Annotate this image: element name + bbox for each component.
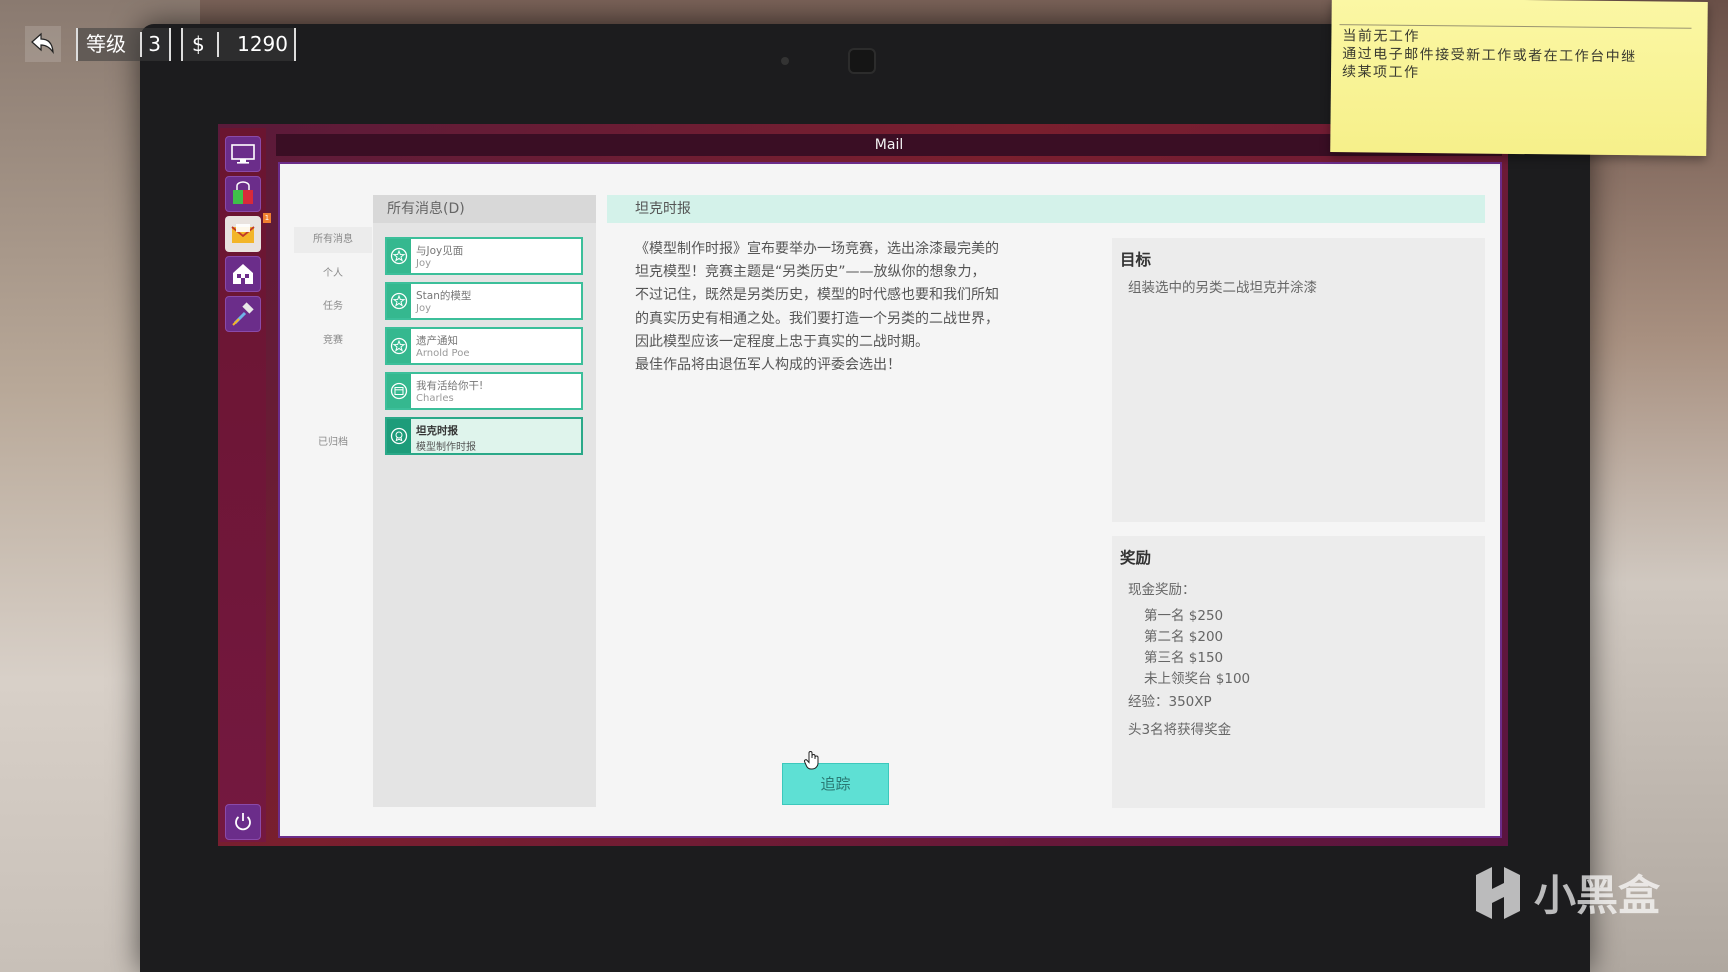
cash-reward-label: 现金奖励：	[1128, 582, 1196, 598]
xp-reward: 经验：350XP	[1128, 694, 1212, 710]
message-sender: 模型制作时报	[416, 442, 476, 453]
mail-icon	[231, 224, 255, 243]
window-titlebar: Mail	[276, 134, 1502, 156]
home-icon	[233, 264, 253, 284]
mail-unread-badge: 1	[263, 213, 271, 223]
body-line: 坦克模型！竞赛主题是“另类历史”——放纵你的想象力，	[635, 264, 986, 281]
hammer-icon	[232, 302, 254, 326]
message-subject: 坦克时报	[607, 195, 1485, 223]
prize-second: 第二名 $200	[1144, 629, 1224, 645]
reward-panel: 奖励 现金奖励： 第一名 $250 第二名 $200 第三名 $150 未上领奖…	[1112, 536, 1485, 808]
message-title: 我有活给你干!	[416, 380, 484, 392]
folder-competitions[interactable]: 竞赛	[294, 328, 372, 354]
message-item[interactable]: 我有活给你干! Charles	[385, 372, 583, 410]
message-item-selected[interactable]: 坦克时报 模型制作时报	[385, 417, 583, 455]
watermark-text: 小黑盒	[1534, 871, 1661, 920]
message-list-header: 所有消息(D)	[373, 195, 596, 223]
launcher-mail-button[interactable]: 1	[225, 213, 271, 252]
sticky-note: 当前无工作 通过电子邮件接受新工作或者在工作台中继 续某项工作	[1330, 0, 1708, 156]
folder-archived[interactable]: 已归档	[294, 430, 372, 456]
star-badge-icon	[390, 292, 408, 310]
prize-third: 第三名 $150	[1144, 650, 1224, 666]
folder-personal[interactable]: 个人	[294, 261, 372, 287]
webcam	[781, 57, 789, 65]
star-badge-icon	[390, 247, 408, 265]
prize-first: 第一名 $250	[1144, 608, 1224, 624]
note-line: 续某项工作	[1341, 64, 1420, 81]
body-line: 因此模型应该一定程度上忠于真实的二战时期。	[635, 333, 929, 350]
folder-jobs[interactable]: 任务	[294, 294, 372, 320]
goal-panel: 目标 组装选中的另类二战坦克并涂漆	[1112, 238, 1485, 522]
back-arrow-icon	[31, 32, 54, 55]
message-title: 与Joy见面	[416, 245, 464, 257]
track-button[interactable]: 追踪	[782, 763, 889, 805]
message-title: 坦克时报	[416, 425, 458, 437]
body-line: 的真实历史有相通之处。我们要打造一个另类的二战世界，	[635, 310, 999, 327]
goal-text: 组装选中的另类二战坦克并涂漆	[1128, 280, 1317, 296]
hand-cursor-icon	[804, 751, 819, 770]
money-display: $ 1290	[181, 28, 296, 61]
body-line: 《模型制作时报》宣布要举办一场竞赛，选出涂漆最完美的	[635, 241, 999, 257]
star-badge-icon	[390, 337, 408, 355]
message-sender: Charles	[416, 393, 454, 404]
calendar-icon	[390, 382, 408, 400]
level-label: 等级	[86, 32, 126, 56]
goal-title: 目标	[1120, 251, 1152, 269]
power-icon	[235, 813, 251, 831]
message-item[interactable]: Stan的模型 Joy	[385, 282, 583, 320]
shopping-bag-icon	[233, 181, 253, 204]
message-title: Stan的模型	[416, 290, 472, 302]
body-line: 不过记住，既然是另类历史，模型的时代感也要和我们所知	[635, 287, 999, 304]
app-launcher: 1	[220, 128, 271, 842]
reward-title: 奖励	[1120, 549, 1152, 567]
back-button[interactable]	[25, 26, 61, 62]
message-sender: Joy	[416, 303, 431, 314]
message-item[interactable]: 与Joy见面 Joy	[385, 237, 583, 275]
xiaoheihe-logo-icon	[1476, 866, 1520, 919]
body-line: 最佳作品将由退伍军人构成的评委会选出！	[635, 357, 901, 374]
launcher-shop-button[interactable]	[225, 176, 261, 212]
sticky-note-text: 当前无工作 通过电子邮件接受新工作或者在工作台中继 续某项工作	[1342, 27, 1703, 85]
message-sender: Arnold Poe	[416, 348, 470, 359]
level-value: 3	[148, 32, 161, 56]
prize-participation: 未上领奖台 $100	[1144, 671, 1251, 687]
folder-all-messages[interactable]: 所有消息	[294, 227, 372, 253]
power-button[interactable]	[225, 804, 261, 840]
reward-note: 头3名将获得奖金	[1128, 722, 1232, 738]
message-sender: Joy	[416, 258, 431, 269]
money-value: 1290	[237, 32, 288, 56]
message-title: 遗产通知	[416, 335, 458, 347]
launcher-workbench-button[interactable]	[225, 296, 261, 332]
webcam-housing	[848, 48, 876, 74]
monitor-icon	[231, 144, 255, 164]
launcher-monitor-button[interactable]	[225, 136, 261, 172]
watermark: 小黑盒	[1470, 862, 1660, 923]
message-body: 《模型制作时报》宣布要举办一场竞赛，选出涂漆最完美的 坦克模型！竞赛主题是“另类…	[635, 238, 1045, 377]
trophy-icon	[390, 427, 408, 445]
folder-list: 所有消息 个人 任务 竞赛 已归档	[294, 222, 372, 482]
level-display: 等级 3	[76, 28, 171, 61]
launcher-home-button[interactable]	[225, 256, 261, 292]
message-list: 所有消息(D) 与Joy见面 Joy Stan的模型 Joy 遗产通知 Arno…	[373, 195, 596, 807]
currency-symbol: $	[192, 32, 205, 56]
message-item[interactable]: 遗产通知 Arnold Poe	[385, 327, 583, 365]
